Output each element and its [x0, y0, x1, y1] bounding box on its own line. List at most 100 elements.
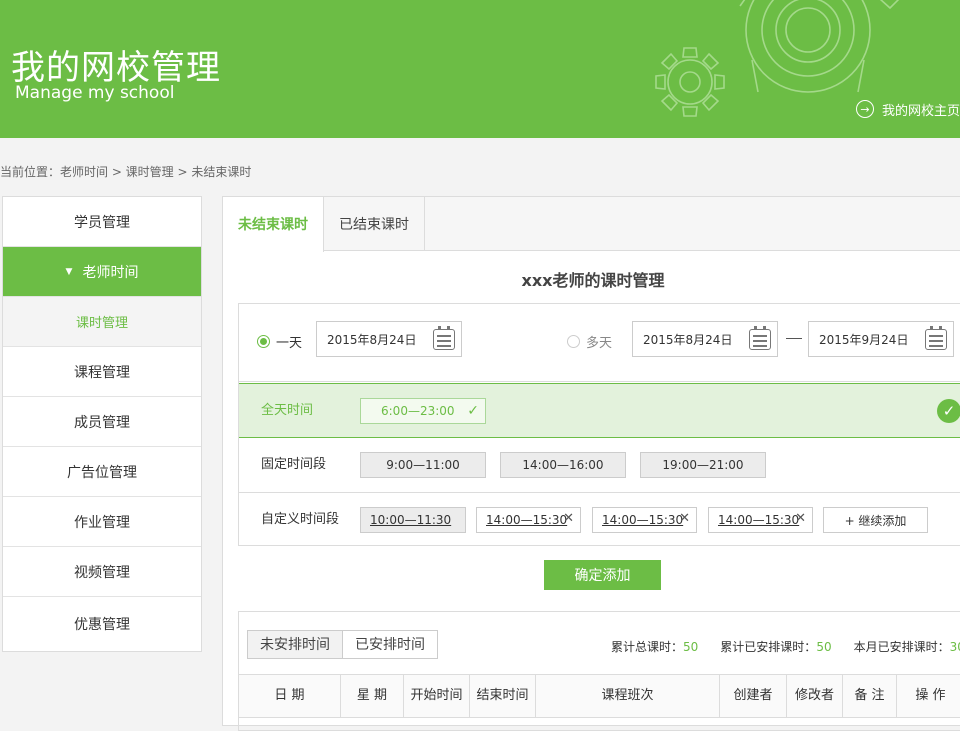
sidebar: 学员管理 ▼ 老师时间 课时管理 课程管理 成员管理 广告位管理 作业管理 视频管… [2, 196, 202, 652]
stat-value: 30.5 [949, 640, 960, 654]
column-header-weekday[interactable]: 星 期 [341, 675, 404, 717]
sidebar-item-lesson-hours[interactable]: 课时管理 [3, 297, 201, 347]
arrow-right-icon: → [856, 100, 874, 118]
all-day-label: 全天时间 [261, 403, 314, 418]
stat-month: 本月已安排课时：30.5 [854, 638, 960, 655]
calendar-icon[interactable] [433, 326, 455, 350]
calendar-icon[interactable] [749, 326, 771, 350]
sidebar-item-members[interactable]: 成员管理 [3, 397, 201, 447]
sidebar-item-students[interactable]: 学员管理 [3, 197, 201, 247]
date-row: 一天 2015年8月24日 多天 2015年8月24日 2015年9月24日 [239, 304, 960, 382]
page-title: 我的网校管理 [11, 48, 221, 88]
sidebar-item-label: 学员管理 [74, 214, 130, 231]
main-panel: 未结束课时 已结束课时 xxx老师的课时管理 一天 2015年8月24日 多天 … [222, 196, 960, 731]
header-banner: 我的网校管理 Manage my school → 我的网校主页 [0, 0, 960, 138]
panel-title: xxx老师的课时管理 [521, 271, 665, 290]
tab-unscheduled[interactable]: 未安排时间 [247, 630, 343, 659]
sidebar-item-label: 课程管理 [74, 364, 130, 381]
fixed-slot-chip[interactable]: 19:00—21:00 [640, 452, 766, 478]
stat-scheduled: 累计已安排课时：50 [720, 638, 831, 655]
multi-day-radio[interactable]: 多天 [567, 332, 612, 351]
custom-slot-chip[interactable]: 10:00—11:30 [360, 507, 466, 533]
date-value: 2015年8月24日 [643, 332, 733, 347]
stat-value: 50 [816, 640, 832, 654]
sidebar-item-courses[interactable]: 课程管理 [3, 347, 201, 397]
check-icon: ✓ [467, 403, 479, 419]
date-value: 2015年9月24日 [819, 332, 909, 347]
stat-label: 累计总课时： [611, 640, 684, 654]
column-header-actions[interactable]: 操 作 [897, 675, 960, 717]
all-day-row: 全天时间 6:00—23:00 ✓ ✓ [239, 383, 960, 438]
single-day-date-input[interactable]: 2015年8月24日 [316, 321, 462, 357]
custom-time-label: 自定义时间段 [261, 512, 340, 527]
custom-slot-chip[interactable]: 14:00—15:30 ✕ [708, 507, 813, 533]
sidebar-item-label: 老师时间 [82, 264, 139, 281]
multi-day-label: 多天 [586, 336, 613, 351]
page-subtitle: Manage my school [15, 83, 175, 103]
stat-total: 累计总课时：50 [611, 638, 698, 655]
column-header-creator[interactable]: 创建者 [720, 675, 787, 717]
check-circle-icon: ✓ [937, 399, 960, 423]
stat-label: 本月已安排课时： [853, 640, 950, 654]
fixed-slot-chip[interactable]: 9:00—11:00 [360, 452, 486, 478]
radio-unchecked-icon [567, 335, 580, 348]
custom-slot-chip[interactable]: 14:00—15:30 ✕ [592, 507, 697, 533]
all-day-chip[interactable]: 6:00—23:00 ✓ [360, 398, 486, 424]
multi-day-start-input[interactable]: 2015年8月24日 [632, 321, 778, 357]
column-header-editor[interactable]: 修改者 [787, 675, 843, 717]
home-link-label: 我的网校主页 [882, 103, 960, 119]
chip-label: 10:00—11:30 [370, 513, 452, 527]
radio-checked-icon [257, 335, 270, 348]
sidebar-item-label: 成员管理 [74, 414, 130, 431]
confirm-add-button[interactable]: 确定添加 [544, 560, 661, 590]
tab-scheduled[interactable]: 已安排时间 [343, 630, 438, 659]
sidebar-item-videos[interactable]: 视频管理 [3, 547, 201, 597]
single-day-radio[interactable]: 一天 [257, 332, 302, 351]
close-icon[interactable]: ✕ [679, 511, 690, 526]
sidebar-item-label: 广告位管理 [67, 464, 137, 481]
sidebar-item-label: 作业管理 [74, 514, 130, 531]
close-icon[interactable]: ✕ [795, 511, 806, 526]
stat-label: 累计已安排课时： [720, 640, 817, 654]
fixed-slot-chip[interactable]: 14:00—16:00 [500, 452, 626, 478]
column-header-end[interactable]: 结束时间 [470, 675, 536, 717]
column-header-notes[interactable]: 备 注 [843, 675, 897, 717]
fixed-time-label: 固定时间段 [261, 457, 327, 472]
custom-time-row: 自定义时间段 10:00—11:30 14:00—15:30 ✕ 14:00—15… [239, 493, 960, 548]
schedule-tabs: 未安排时间 已安排时间 [247, 630, 438, 659]
caret-down-icon: ▼ [65, 266, 73, 277]
sidebar-item-label: 视频管理 [74, 564, 130, 581]
time-form: 一天 2015年8月24日 多天 2015年8月24日 2015年9月24日 全… [238, 303, 960, 546]
multi-day-end-input[interactable]: 2015年9月24日 [808, 321, 954, 357]
stat-value: 50 [683, 640, 699, 654]
table-header: 日 期 星 期 开始时间 结束时间 课程班次 创建者 修改者 备 注 操 作 [239, 674, 960, 718]
close-icon[interactable]: ✕ [563, 511, 574, 526]
column-header-date[interactable]: 日 期 [239, 675, 341, 717]
calendar-icon[interactable] [925, 326, 947, 350]
custom-slot-chip[interactable]: 14:00—15:30 ✕ [476, 507, 581, 533]
chip-label: 14:00—15:30 [602, 513, 684, 527]
tab-bar: 未结束课时 已结束课时 [223, 197, 960, 252]
sidebar-item-label: 课时管理 [75, 316, 128, 331]
schedule-stats: 累计总课时：50 累计已安排课时：50 本月已安排课时：30.5 [589, 638, 960, 655]
column-header-start[interactable]: 开始时间 [404, 675, 470, 717]
sidebar-item-discounts[interactable]: 优惠管理 [3, 597, 201, 651]
range-dash [786, 338, 802, 339]
chip-label: 14:00—15:30 [718, 513, 800, 527]
chip-label: 14:00—15:30 [486, 513, 568, 527]
sidebar-item-ad-slots[interactable]: 广告位管理 [3, 447, 201, 497]
chip-label: 6:00—23:00 [381, 404, 455, 418]
sidebar-item-teacher-time[interactable]: ▼ 老师时间 [3, 247, 201, 297]
tab-finished-lessons[interactable]: 已结束课时 [324, 197, 425, 251]
fixed-time-row: 固定时间段 9:00—11:00 14:00—16:00 19:00—21:00 [239, 438, 960, 493]
schedule-panel: 未安排时间 已安排时间 累计总课时：50 累计已安排课时：50 本月已安排课时：… [238, 611, 960, 731]
add-more-button[interactable]: + 继续添加 [823, 507, 928, 533]
single-day-label: 一天 [276, 336, 303, 351]
tab-unfinished-lessons[interactable]: 未结束课时 [223, 197, 324, 252]
column-header-course[interactable]: 课程班次 [536, 675, 720, 717]
breadcrumb: 当前位置：老师时间 > 课时管理 > 未结束课时 [0, 165, 252, 179]
sidebar-item-label: 优惠管理 [74, 617, 130, 633]
home-link[interactable]: → 我的网校主页 [856, 99, 960, 119]
date-value: 2015年8月24日 [327, 332, 417, 347]
sidebar-item-homework[interactable]: 作业管理 [3, 497, 201, 547]
